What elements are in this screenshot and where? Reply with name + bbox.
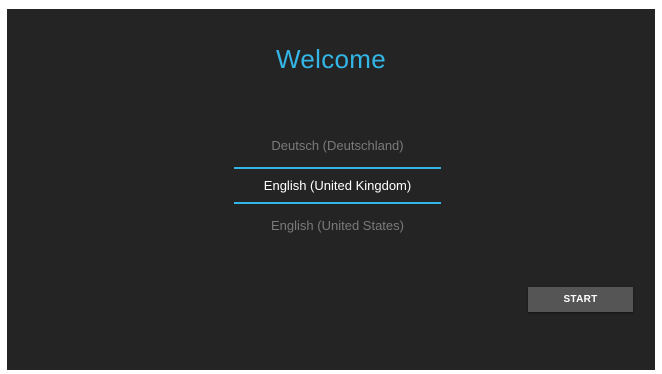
language-option-english-uk[interactable]: English (United Kingdom) <box>234 167 441 204</box>
language-option-english-us[interactable]: English (United States) <box>234 205 441 246</box>
start-button[interactable]: START <box>528 287 633 312</box>
language-option-deutsch[interactable]: Deutsch (Deutschland) <box>234 125 441 166</box>
welcome-title: Welcome <box>276 44 386 74</box>
language-picker[interactable]: Deutsch (Deutschland) English (United Ki… <box>234 125 441 246</box>
setup-screen: Welcome Deutsch (Deutschland) English (U… <box>7 9 655 370</box>
